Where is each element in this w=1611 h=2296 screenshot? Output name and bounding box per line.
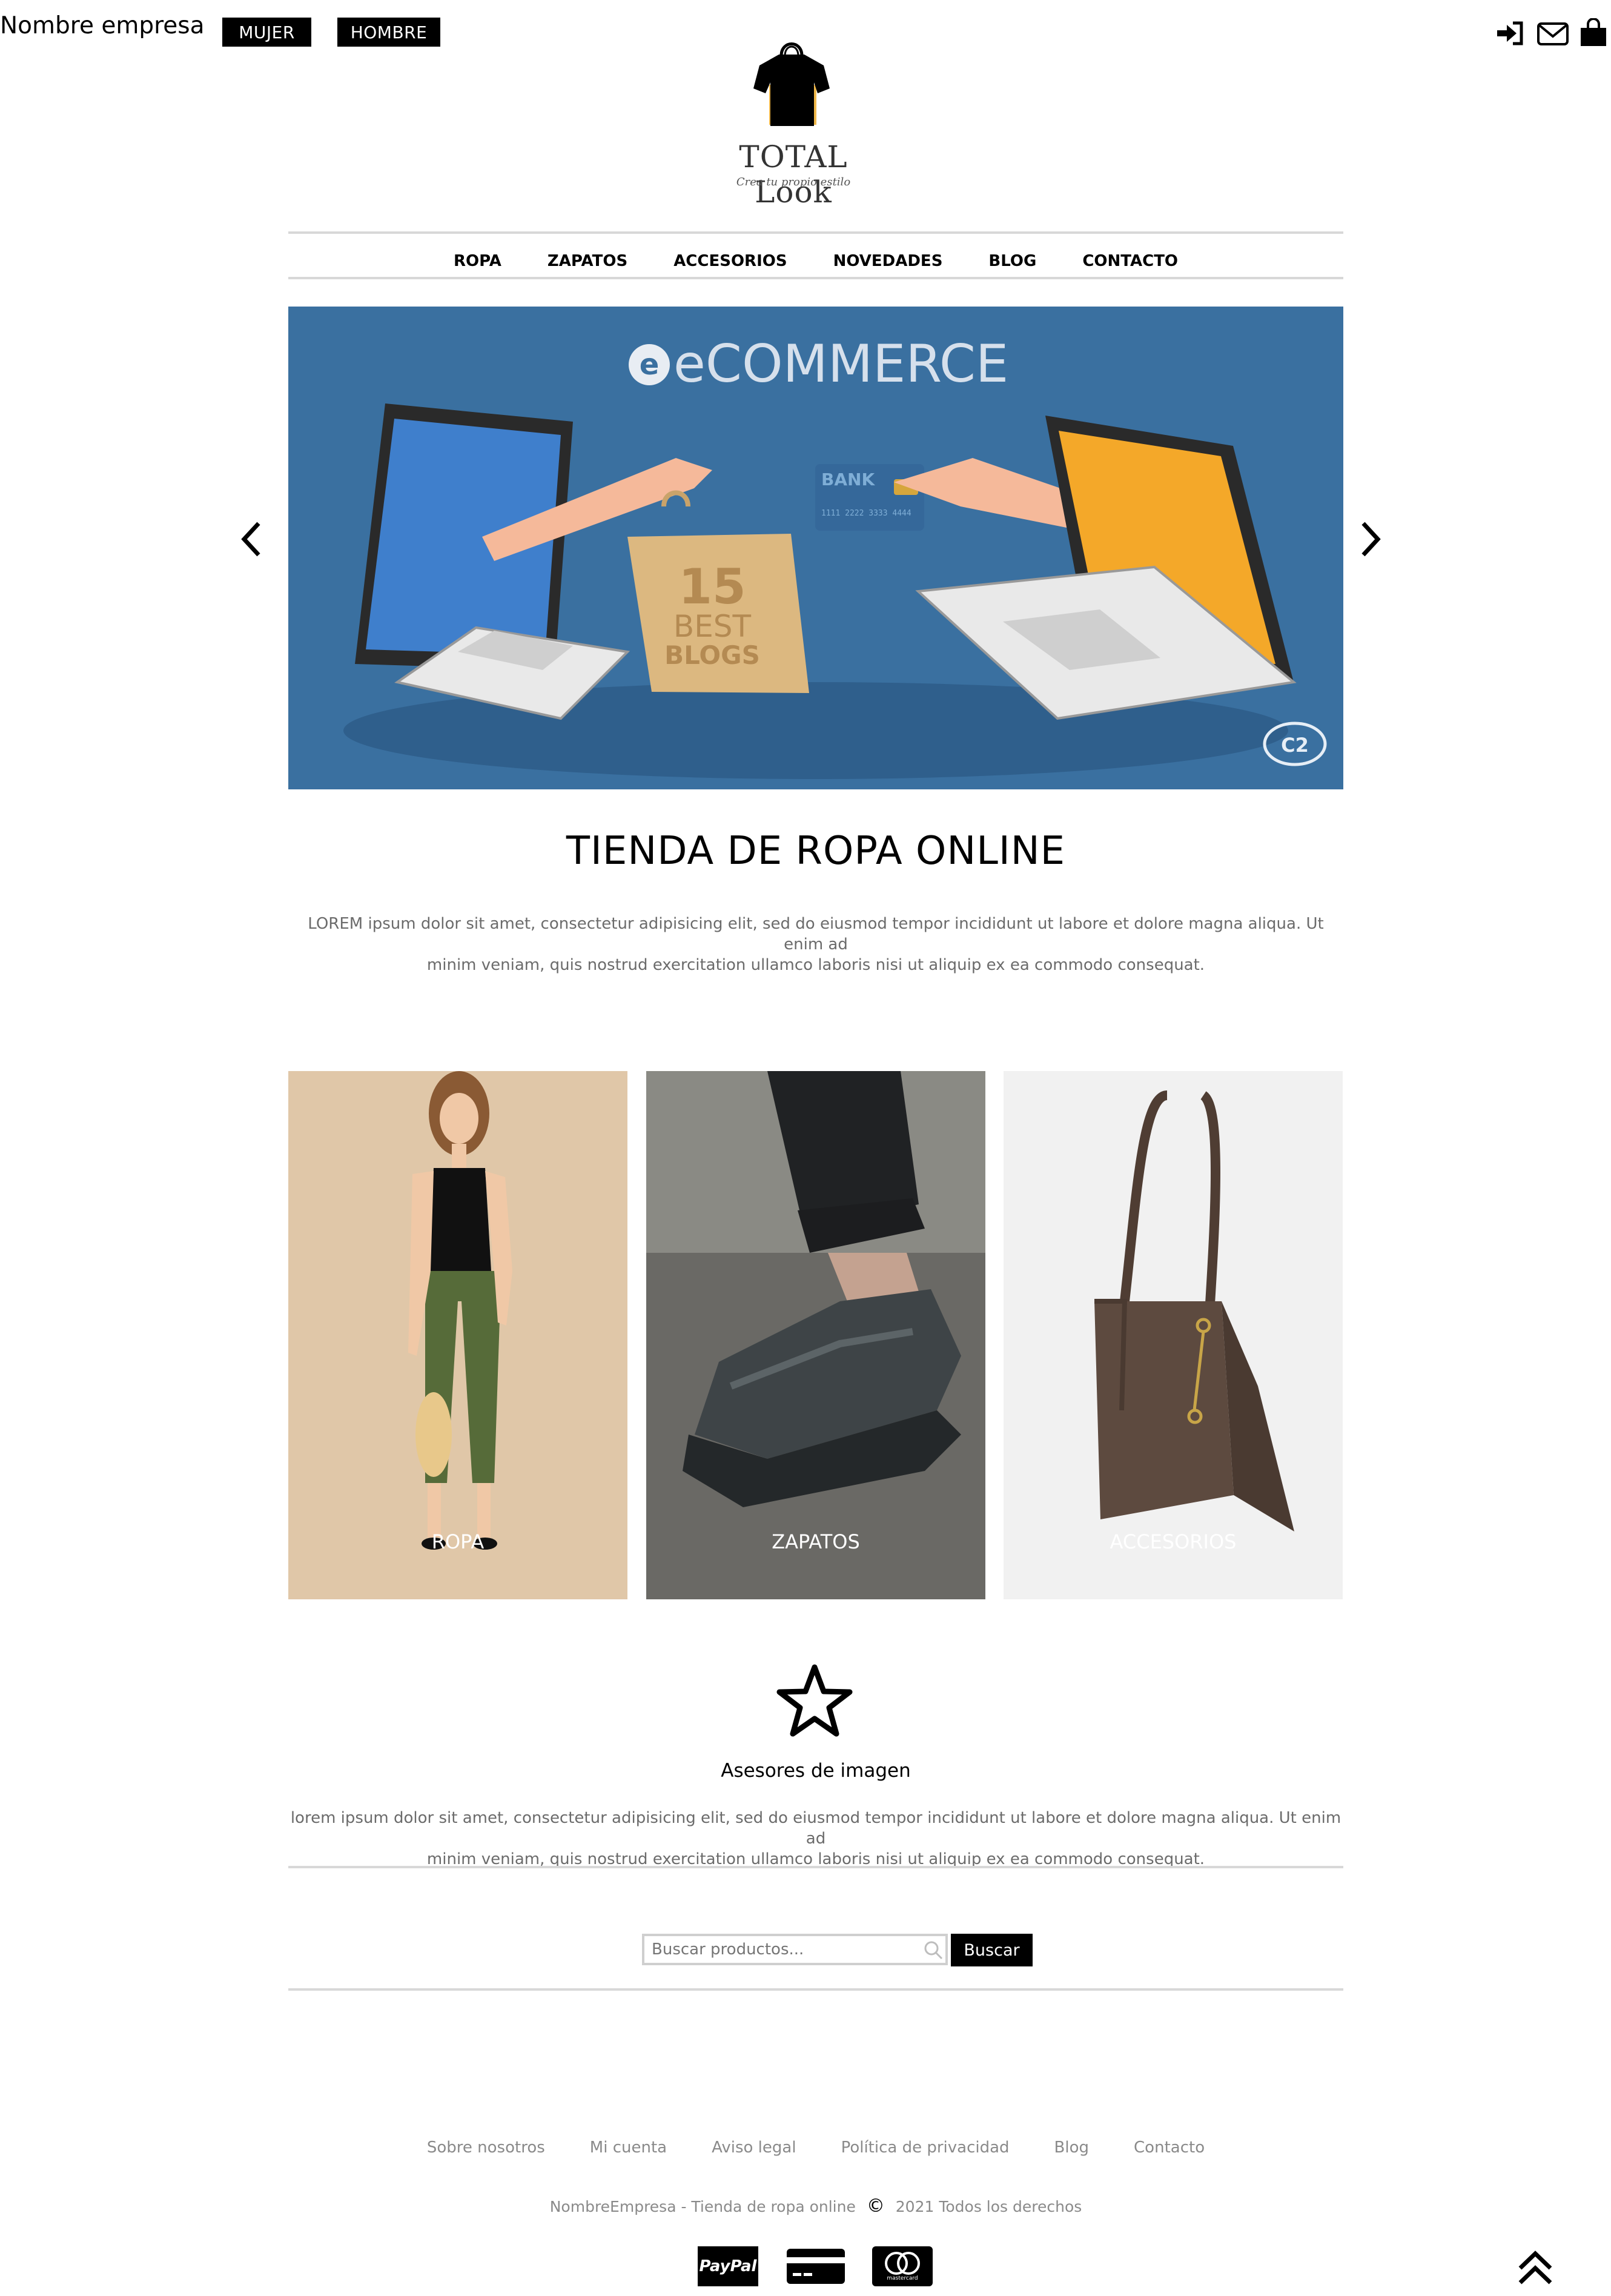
star-icon xyxy=(776,1664,853,1737)
bag-number: 15 xyxy=(678,559,746,615)
copyright-line: NombreEmpresa - Tienda de ropa online © … xyxy=(288,2195,1343,2217)
copyright-rights: 2021 Todos los derechos xyxy=(895,2198,1082,2215)
bag-word-2: BLOGS xyxy=(664,640,760,670)
footer-nav: Sobre nosotros Mi cuenta Aviso legal Pol… xyxy=(288,2138,1343,2157)
nav-divider-top xyxy=(288,231,1343,234)
handbag-photo xyxy=(1004,1071,1343,1599)
card-number: 1111 2222 3333 4444 xyxy=(821,509,911,518)
hero-banner: e eCOMMERCE 15 BEST BLOGS BANK 1111 2222… xyxy=(288,307,1343,789)
footer-link-contacto[interactable]: Contacto xyxy=(1134,2138,1205,2157)
shopping-bag-icon[interactable] xyxy=(1578,18,1609,48)
intro-text-line-2: minim veniam, quis nostrud exercitation … xyxy=(426,956,1205,974)
nav-item-accesorios[interactable]: ACCESORIOS xyxy=(673,252,787,270)
footer-link-sobre-nosotros[interactable]: Sobre nosotros xyxy=(427,2138,545,2157)
copyright-company: NombreEmpresa - Tienda de ropa online xyxy=(549,2198,856,2215)
footer-link-blog[interactable]: Blog xyxy=(1054,2138,1089,2157)
site-logo[interactable]: TOTAL Look Crea tu propio estilo xyxy=(696,36,890,210)
envelope-icon[interactable] xyxy=(1536,18,1570,48)
footer-link-privacidad[interactable]: Política de privacidad xyxy=(841,2138,1010,2157)
hombre-button[interactable]: HOMBRE xyxy=(337,18,440,47)
main-nav: ROPA ZAPATOS ACCESORIOS NOVEDADES BLOG C… xyxy=(288,240,1343,282)
ecommerce-illustration: e eCOMMERCE 15 BEST BLOGS BANK 1111 2222… xyxy=(288,307,1343,789)
search-icon[interactable] xyxy=(923,1940,944,1960)
svg-text:e: e xyxy=(640,348,660,382)
feature-divider xyxy=(288,1866,1343,1868)
category-label-zapatos: ZAPATOS xyxy=(772,1530,860,1553)
mastercard-label: mastercard xyxy=(887,2275,918,2281)
footer-link-aviso-legal[interactable]: Aviso legal xyxy=(712,2138,796,2157)
nav-item-novedades[interactable]: NOVEDADES xyxy=(833,252,943,270)
nav-item-ropa[interactable]: ROPA xyxy=(454,252,501,270)
page-title: TIENDA DE ROPA ONLINE xyxy=(566,829,1066,874)
mastercard-icon: mastercard xyxy=(872,2246,933,2286)
paypal-icon: PayPal xyxy=(698,2246,758,2286)
card-bank: BANK xyxy=(821,469,875,489)
intro-text: LOREM ipsum dolor sit amet, consectetur … xyxy=(288,914,1343,975)
scroll-to-top-icon[interactable] xyxy=(1514,2248,1556,2288)
banner-title: eCOMMERCE xyxy=(673,334,1008,394)
copyright-icon: © xyxy=(866,2195,885,2217)
feature-text-line-1: lorem ipsum dolor sit amet, consectetur … xyxy=(290,1809,1341,1848)
search-input[interactable] xyxy=(642,1934,948,1965)
slider-prev-arrow-icon[interactable] xyxy=(233,515,270,563)
mujer-button[interactable]: MUJER xyxy=(222,18,311,47)
brand-name[interactable]: Nombre empresa xyxy=(0,12,204,39)
mastercard-circles xyxy=(885,2252,920,2275)
t-shirt-bag-icon xyxy=(753,42,830,126)
nav-item-zapatos[interactable]: ZAPATOS xyxy=(547,252,627,270)
credit-card-icon xyxy=(787,2249,845,2284)
logo-subtitle: Crea tu propio estilo xyxy=(736,176,851,188)
category-tile-zapatos[interactable]: ZAPATOS xyxy=(646,1071,985,1599)
category-label-accesorios: ACCESORIOS xyxy=(1110,1530,1237,1553)
feature-title: Asesores de imagen xyxy=(721,1760,911,1782)
feature-text: lorem ipsum dolor sit amet, consectetur … xyxy=(288,1808,1343,1870)
sign-in-icon[interactable] xyxy=(1495,18,1525,48)
search-button[interactable]: Buscar xyxy=(951,1934,1033,1966)
logo-title: TOTAL Look xyxy=(739,139,848,210)
nav-divider-bottom xyxy=(288,277,1343,279)
search-divider xyxy=(288,1988,1343,1991)
sneaker-photo xyxy=(646,1071,985,1599)
category-tile-accesorios[interactable]: ACCESORIOS xyxy=(1004,1071,1343,1599)
model-photo xyxy=(288,1071,627,1599)
category-tile-ropa[interactable]: ROPA xyxy=(288,1071,627,1599)
paypal-label: PayPal xyxy=(699,2257,757,2275)
nav-item-blog[interactable]: BLOG xyxy=(988,252,1036,270)
intro-text-line-1: LOREM ipsum dolor sit amet, consectetur … xyxy=(308,915,1324,954)
slider-next-arrow-icon[interactable] xyxy=(1352,515,1389,563)
nav-item-contacto[interactable]: CONTACTO xyxy=(1082,252,1178,270)
footer-link-mi-cuenta[interactable]: Mi cuenta xyxy=(590,2138,667,2157)
bag-word-1: BEST xyxy=(673,609,752,644)
category-label-ropa: ROPA xyxy=(431,1530,485,1553)
badge-c2: C2 xyxy=(1281,734,1309,757)
